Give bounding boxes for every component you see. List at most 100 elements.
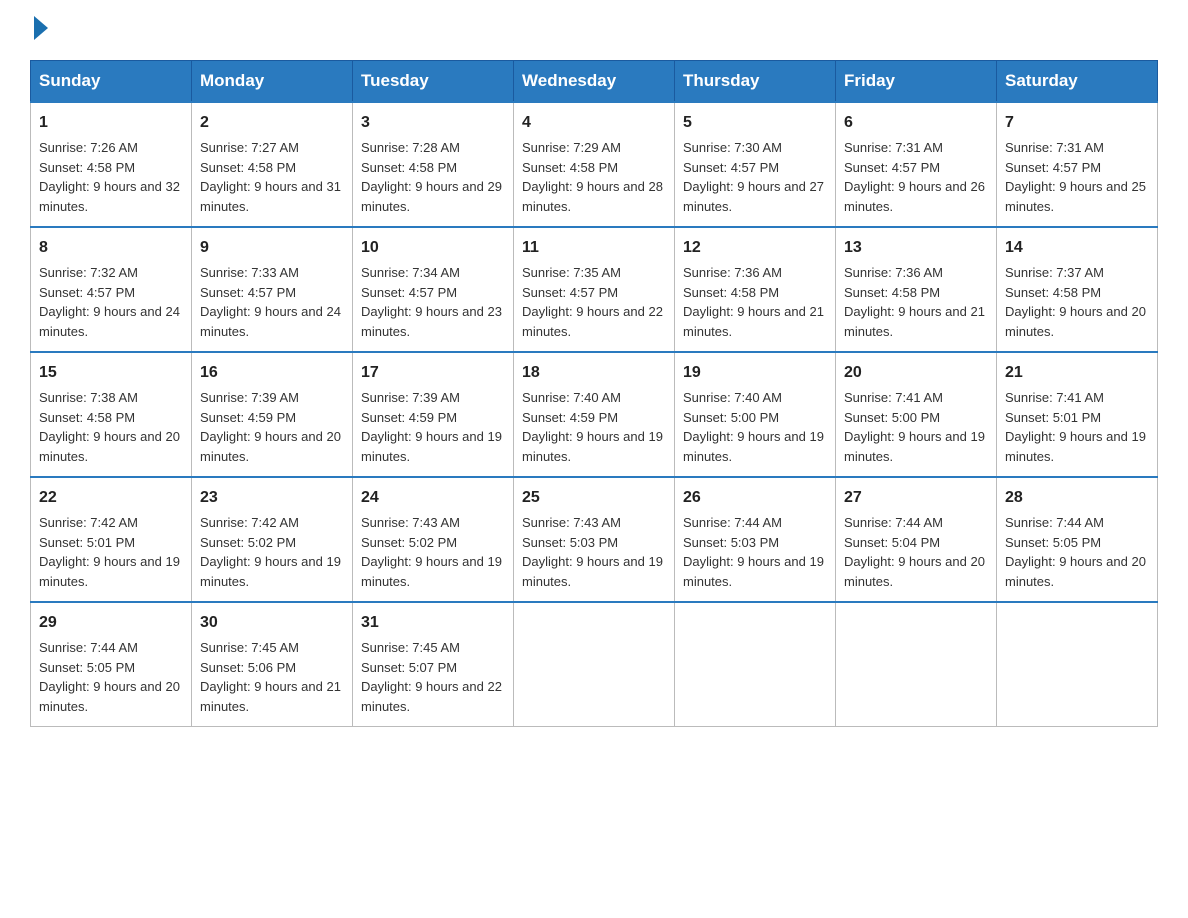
- day-number: 21: [1005, 361, 1149, 385]
- week-row-4: 22 Sunrise: 7:42 AMSunset: 5:01 PMDayligh…: [31, 477, 1158, 602]
- calendar-cell: 23 Sunrise: 7:42 AMSunset: 5:02 PMDayligh…: [192, 477, 353, 602]
- calendar-cell: 4 Sunrise: 7:29 AMSunset: 4:58 PMDaylight…: [514, 102, 675, 227]
- calendar-cell: 18 Sunrise: 7:40 AMSunset: 4:59 PMDayligh…: [514, 352, 675, 477]
- calendar-cell: 12 Sunrise: 7:36 AMSunset: 4:58 PMDayligh…: [675, 227, 836, 352]
- calendar-cell: 9Sunrise: 7:33 AMSunset: 4:57 PMDaylight…: [192, 227, 353, 352]
- page-header: [30, 20, 1158, 40]
- day-number: 20: [844, 361, 988, 385]
- calendar-cell: 24 Sunrise: 7:43 AMSunset: 5:02 PMDayligh…: [353, 477, 514, 602]
- calendar-cell: 26 Sunrise: 7:44 AMSunset: 5:03 PMDayligh…: [675, 477, 836, 602]
- day-info: Sunrise: 7:42 AMSunset: 5:01 PMDaylight:…: [39, 515, 180, 589]
- day-number: 1: [39, 111, 183, 135]
- weekday-header-monday: Monday: [192, 61, 353, 103]
- calendar-cell: 16 Sunrise: 7:39 AMSunset: 4:59 PMDayligh…: [192, 352, 353, 477]
- day-info: Sunrise: 7:44 AMSunset: 5:05 PMDaylight:…: [1005, 515, 1146, 589]
- day-info: Sunrise: 7:43 AMSunset: 5:03 PMDaylight:…: [522, 515, 663, 589]
- day-info: Sunrise: 7:32 AMSunset: 4:57 PMDaylight:…: [39, 265, 180, 339]
- day-number: 2: [200, 111, 344, 135]
- day-info: Sunrise: 7:36 AMSunset: 4:58 PMDaylight:…: [844, 265, 985, 339]
- week-row-5: 29Sunrise: 7:44 AMSunset: 5:05 PMDayligh…: [31, 602, 1158, 727]
- day-info: Sunrise: 7:40 AMSunset: 4:59 PMDaylight:…: [522, 390, 663, 464]
- calendar-cell: 10 Sunrise: 7:34 AMSunset: 4:57 PMDayligh…: [353, 227, 514, 352]
- day-number: 28: [1005, 486, 1149, 510]
- day-number: 27: [844, 486, 988, 510]
- day-number: 24: [361, 486, 505, 510]
- day-info: Sunrise: 7:44 AMSunset: 5:04 PMDaylight:…: [844, 515, 985, 589]
- calendar-cell: 17Sunrise: 7:39 AMSunset: 4:59 PMDayligh…: [353, 352, 514, 477]
- weekday-header-thursday: Thursday: [675, 61, 836, 103]
- day-number: 22: [39, 486, 183, 510]
- day-number: 26: [683, 486, 827, 510]
- day-info: Sunrise: 7:45 AMSunset: 5:07 PMDaylight:…: [361, 640, 502, 714]
- day-number: 15: [39, 361, 183, 385]
- calendar-cell: 13 Sunrise: 7:36 AMSunset: 4:58 PMDayligh…: [836, 227, 997, 352]
- day-number: 6: [844, 111, 988, 135]
- calendar-cell: 14Sunrise: 7:37 AMSunset: 4:58 PMDayligh…: [997, 227, 1158, 352]
- calendar-cell: 21 Sunrise: 7:41 AMSunset: 5:01 PMDayligh…: [997, 352, 1158, 477]
- calendar-cell: 5Sunrise: 7:30 AMSunset: 4:57 PMDaylight…: [675, 102, 836, 227]
- day-info: Sunrise: 7:39 AMSunset: 4:59 PMDaylight:…: [200, 390, 341, 464]
- calendar-cell: [997, 602, 1158, 727]
- day-number: 25: [522, 486, 666, 510]
- calendar-cell: 30 Sunrise: 7:45 AMSunset: 5:06 PMDayligh…: [192, 602, 353, 727]
- week-row-3: 15 Sunrise: 7:38 AMSunset: 4:58 PMDayligh…: [31, 352, 1158, 477]
- day-number: 4: [522, 111, 666, 135]
- day-info: Sunrise: 7:43 AMSunset: 5:02 PMDaylight:…: [361, 515, 502, 589]
- day-number: 18: [522, 361, 666, 385]
- day-info: Sunrise: 7:37 AMSunset: 4:58 PMDaylight:…: [1005, 265, 1146, 339]
- day-number: 19: [683, 361, 827, 385]
- calendar-cell: 28 Sunrise: 7:44 AMSunset: 5:05 PMDayligh…: [997, 477, 1158, 602]
- day-info: Sunrise: 7:42 AMSunset: 5:02 PMDaylight:…: [200, 515, 341, 589]
- calendar-table: SundayMondayTuesdayWednesdayThursdayFrid…: [30, 60, 1158, 727]
- day-number: 3: [361, 111, 505, 135]
- calendar-cell: 2 Sunrise: 7:27 AMSunset: 4:58 PMDaylight…: [192, 102, 353, 227]
- weekday-header-row: SundayMondayTuesdayWednesdayThursdayFrid…: [31, 61, 1158, 103]
- calendar-cell: 25 Sunrise: 7:43 AMSunset: 5:03 PMDayligh…: [514, 477, 675, 602]
- day-info: Sunrise: 7:45 AMSunset: 5:06 PMDaylight:…: [200, 640, 341, 714]
- day-number: 16: [200, 361, 344, 385]
- day-info: Sunrise: 7:38 AMSunset: 4:58 PMDaylight:…: [39, 390, 180, 464]
- day-number: 11: [522, 236, 666, 260]
- calendar-cell: [514, 602, 675, 727]
- day-info: Sunrise: 7:41 AMSunset: 5:01 PMDaylight:…: [1005, 390, 1146, 464]
- weekday-header-friday: Friday: [836, 61, 997, 103]
- day-info: Sunrise: 7:39 AMSunset: 4:59 PMDaylight:…: [361, 390, 502, 464]
- day-info: Sunrise: 7:29 AMSunset: 4:58 PMDaylight:…: [522, 140, 663, 214]
- day-info: Sunrise: 7:41 AMSunset: 5:00 PMDaylight:…: [844, 390, 985, 464]
- week-row-2: 8 Sunrise: 7:32 AMSunset: 4:57 PMDaylight…: [31, 227, 1158, 352]
- day-info: Sunrise: 7:33 AMSunset: 4:57 PMDaylight:…: [200, 265, 341, 339]
- day-number: 8: [39, 236, 183, 260]
- calendar-cell: 27 Sunrise: 7:44 AMSunset: 5:04 PMDayligh…: [836, 477, 997, 602]
- day-number: 5: [683, 111, 827, 135]
- day-number: 23: [200, 486, 344, 510]
- calendar-cell: [675, 602, 836, 727]
- calendar-cell: 31Sunrise: 7:45 AMSunset: 5:07 PMDayligh…: [353, 602, 514, 727]
- calendar-cell: 22 Sunrise: 7:42 AMSunset: 5:01 PMDayligh…: [31, 477, 192, 602]
- day-info: Sunrise: 7:26 AMSunset: 4:58 PMDaylight:…: [39, 140, 180, 214]
- calendar-cell: 15 Sunrise: 7:38 AMSunset: 4:58 PMDayligh…: [31, 352, 192, 477]
- calendar-cell: 19Sunrise: 7:40 AMSunset: 5:00 PMDayligh…: [675, 352, 836, 477]
- day-info: Sunrise: 7:35 AMSunset: 4:57 PMDaylight:…: [522, 265, 663, 339]
- day-info: Sunrise: 7:36 AMSunset: 4:58 PMDaylight:…: [683, 265, 824, 339]
- day-info: Sunrise: 7:34 AMSunset: 4:57 PMDaylight:…: [361, 265, 502, 339]
- weekday-header-sunday: Sunday: [31, 61, 192, 103]
- week-row-1: 1 Sunrise: 7:26 AMSunset: 4:58 PMDaylight…: [31, 102, 1158, 227]
- day-number: 10: [361, 236, 505, 260]
- day-number: 12: [683, 236, 827, 260]
- logo-arrow-icon: [34, 16, 48, 40]
- calendar-cell: 20 Sunrise: 7:41 AMSunset: 5:00 PMDayligh…: [836, 352, 997, 477]
- calendar-cell: 8 Sunrise: 7:32 AMSunset: 4:57 PMDaylight…: [31, 227, 192, 352]
- day-info: Sunrise: 7:31 AMSunset: 4:57 PMDaylight:…: [1005, 140, 1146, 214]
- day-info: Sunrise: 7:31 AMSunset: 4:57 PMDaylight:…: [844, 140, 985, 214]
- day-number: 13: [844, 236, 988, 260]
- logo: [30, 20, 48, 40]
- weekday-header-saturday: Saturday: [997, 61, 1158, 103]
- calendar-cell: 6 Sunrise: 7:31 AMSunset: 4:57 PMDaylight…: [836, 102, 997, 227]
- day-number: 30: [200, 611, 344, 635]
- calendar-cell: 7Sunrise: 7:31 AMSunset: 4:57 PMDaylight…: [997, 102, 1158, 227]
- calendar-cell: 1 Sunrise: 7:26 AMSunset: 4:58 PMDaylight…: [31, 102, 192, 227]
- day-info: Sunrise: 7:27 AMSunset: 4:58 PMDaylight:…: [200, 140, 341, 214]
- day-info: Sunrise: 7:44 AMSunset: 5:05 PMDaylight:…: [39, 640, 180, 714]
- weekday-header-tuesday: Tuesday: [353, 61, 514, 103]
- day-info: Sunrise: 7:44 AMSunset: 5:03 PMDaylight:…: [683, 515, 824, 589]
